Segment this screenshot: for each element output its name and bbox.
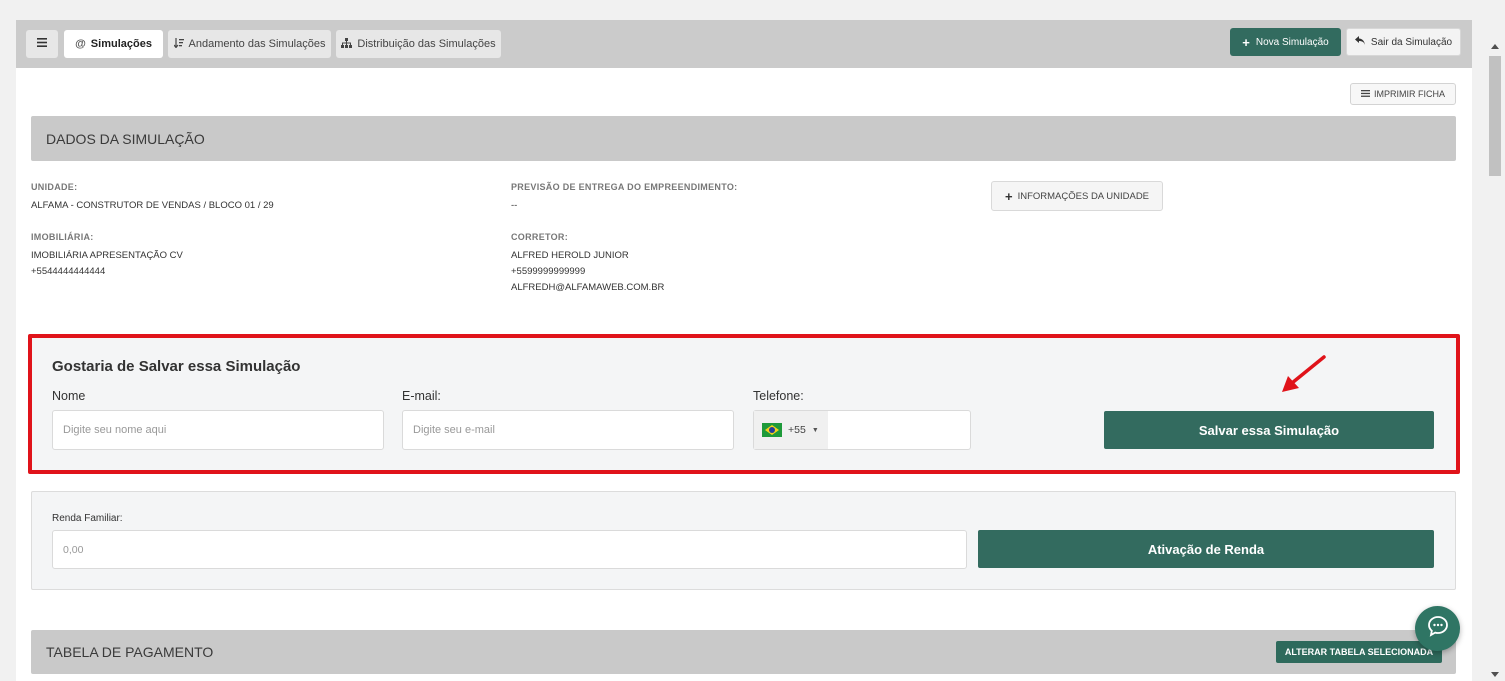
tabela-title: TABELA DE PAGAMENTO [46,644,214,660]
phone-input[interactable]: +55 ▼ [753,410,971,450]
unidade-value: ALFAMA - CONSTRUTOR DE VENDAS / BLOCO 01… [31,200,274,211]
menu-toggle-button[interactable] [26,30,58,58]
country-code: +55 [788,424,806,436]
chat-bubble-icon [1427,615,1449,642]
dados-section-header: DADOS DA SIMULAÇÃO [31,116,1456,161]
imobiliaria-phone: +5544444444444 [31,266,106,277]
imobiliaria-name: IMOBILIÁRIA APRESENTAÇÃO CV [31,250,183,261]
new-simulation-button[interactable]: + Nova Simulação [1230,28,1341,56]
tab-andamento[interactable]: Andamento das Simulações [168,30,331,58]
print-label: IMPRIMIR FICHA [1374,89,1445,99]
renda-label: Renda Familiar: [52,513,123,524]
page-scrollbar[interactable] [1487,40,1505,681]
top-strip [0,0,1505,20]
save-title: Gostaria de Salvar essa Simulação [52,358,301,375]
name-input[interactable]: Digite seu nome aqui [52,410,384,450]
corretor-label: CORRETOR: [511,232,569,242]
corretor-phone: +5599999999999 [511,266,586,277]
name-label: Nome [52,389,86,403]
tab-simulacoes-label: Simulações [90,38,152,50]
reply-icon [1354,36,1365,48]
sitemap-icon [341,37,353,51]
hamburger-icon [37,38,47,50]
imobiliaria-label: IMOBILIÁRIA: [31,232,94,242]
brazil-flag-icon [762,423,782,437]
email-input[interactable]: Digite seu e-mail [402,410,734,450]
exit-simulation-label: Sair da Simulação [1370,36,1453,48]
red-arrow-annotation [1282,355,1326,392]
new-simulation-label: Nova Simulação [1255,36,1329,48]
list-icon [1361,89,1370,99]
phone-label: Telefone: [753,389,804,403]
plus-icon: + [1004,188,1013,204]
previsao-value: -- [511,200,518,211]
scroll-up-icon[interactable] [1491,44,1499,49]
alterar-tabela-button[interactable]: ALTERAR TABELA SELECIONADA [1276,641,1442,663]
caret-down-icon: ▼ [811,426,819,434]
scroll-down-icon[interactable] [1491,672,1499,677]
renda-panel: Renda Familiar: 0,00 Ativação de Renda [31,491,1456,590]
save-simulation-panel: Gostaria de Salvar essa Simulação Nome D… [28,334,1460,474]
country-code-select[interactable]: +55 ▼ [754,411,828,449]
tab-bar: @ Simulações Andamento das Simulações Di… [16,20,1472,68]
at-icon: @ [75,38,86,50]
tab-simulacoes[interactable]: @ Simulações [64,30,163,58]
save-simulation-button[interactable]: Salvar essa Simulação [1104,411,1434,449]
plus-icon: + [1242,34,1250,50]
info-unidade-button[interactable]: + INFORMAÇÕES DA UNIDADE [991,181,1163,211]
scroll-thumb[interactable] [1489,56,1501,176]
corretor-name: ALFRED HEROLD JUNIOR [511,250,629,261]
tab-distribuicao-label: Distribuição das Simulações [357,38,496,50]
sort-icon [173,37,184,51]
chat-button[interactable] [1415,606,1460,651]
unidade-label: UNIDADE: [31,182,78,192]
info-unidade-label: INFORMAÇÕES DA UNIDADE [1017,190,1150,202]
previsao-label: PREVISÃO DE ENTREGA DO EMPREENDIMENTO: [511,182,738,192]
print-button[interactable]: IMPRIMIR FICHA [1350,83,1456,105]
tabela-section-header: TABELA DE PAGAMENTO ALTERAR TABELA SELEC… [31,630,1456,674]
tab-andamento-label: Andamento das Simulações [188,38,326,50]
dados-title: DADOS DA SIMULAÇÃO [46,130,205,147]
app-frame: @ Simulações Andamento das Simulações Di… [16,20,1472,681]
email-label: E-mail: [402,389,441,403]
renda-input[interactable]: 0,00 [52,530,967,569]
exit-simulation-button[interactable]: Sair da Simulação [1346,28,1461,56]
ativacao-renda-button[interactable]: Ativação de Renda [978,530,1434,568]
corretor-email: ALFREDH@ALFAMAWEB.COM.BR [511,282,665,293]
tab-distribuicao[interactable]: Distribuição das Simulações [336,30,501,58]
